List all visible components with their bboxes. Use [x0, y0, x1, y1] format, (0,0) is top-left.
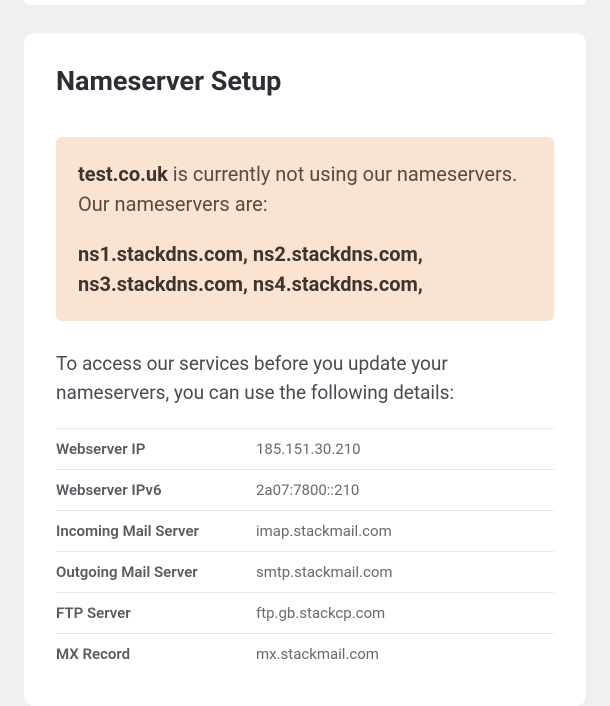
alert-message: test.co.uk is currently not using our na… [78, 159, 532, 219]
detail-value: mx.stackmail.com [256, 633, 554, 674]
detail-label: Webserver IPv6 [56, 469, 256, 510]
table-row: Incoming Mail Serverimap.stackmail.com [56, 510, 554, 551]
detail-value: ftp.gb.stackcp.com [256, 592, 554, 633]
alert-domain: test.co.uk [78, 162, 168, 186]
detail-label: MX Record [56, 633, 256, 674]
detail-label: FTP Server [56, 592, 256, 633]
table-row: Outgoing Mail Serversmtp.stackmail.com [56, 551, 554, 592]
detail-value: smtp.stackmail.com [256, 551, 554, 592]
detail-label: Webserver IP [56, 428, 256, 469]
detail-value: 185.151.30.210 [256, 428, 554, 469]
nameserver-alert: test.co.uk is currently not using our na… [56, 137, 554, 321]
access-description: To access our services before you update… [56, 349, 554, 408]
table-row: FTP Serverftp.gb.stackcp.com [56, 592, 554, 633]
page-title: Nameserver Setup [56, 65, 554, 97]
server-details-body: Webserver IP185.151.30.210Webserver IPv6… [56, 428, 554, 674]
detail-label: Incoming Mail Server [56, 510, 256, 551]
table-row: Webserver IP185.151.30.210 [56, 428, 554, 469]
detail-value: 2a07:7800::210 [256, 469, 554, 510]
table-row: MX Recordmx.stackmail.com [56, 633, 554, 674]
previous-card-bottom [24, 0, 586, 5]
table-row: Webserver IPv62a07:7800::210 [56, 469, 554, 510]
detail-value: imap.stackmail.com [256, 510, 554, 551]
nameserver-setup-card: Nameserver Setup test.co.uk is currently… [24, 33, 586, 706]
server-details-table: Webserver IP185.151.30.210Webserver IPv6… [56, 428, 554, 674]
detail-label: Outgoing Mail Server [56, 551, 256, 592]
nameservers-list: ns1.stackdns.com, ns2.stackdns.com, ns3.… [78, 239, 532, 299]
